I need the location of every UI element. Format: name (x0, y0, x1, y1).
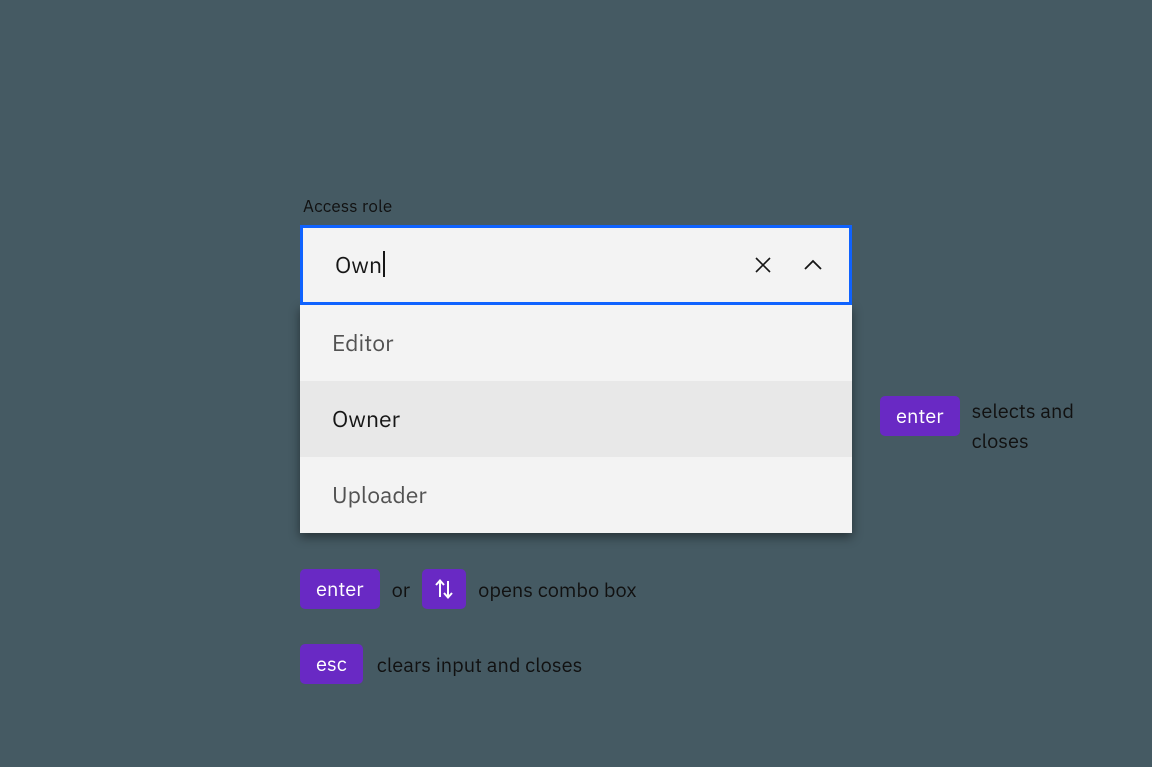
combo-option-owner[interactable]: Owner (300, 381, 852, 457)
annotation-opens-combo: enter or opens combo box (300, 569, 637, 609)
annotation-enter-selects: enter selects and closes (880, 396, 1132, 456)
combo-input-value: Own (335, 250, 382, 280)
annotation-text-right: selects and closes (972, 396, 1132, 456)
annotation-or-text: or (392, 576, 411, 603)
annotation-esc-clears: esc clears input and closes (300, 644, 582, 684)
kbd-enter-bottom: enter (300, 569, 380, 609)
up-down-arrows-icon (433, 577, 455, 601)
kbd-enter-right: enter (880, 396, 960, 436)
combo-icon-group (751, 253, 825, 277)
combo-menu: Editor Owner Uploader (300, 305, 852, 533)
combo-input-text[interactable]: Own (335, 250, 751, 280)
annotation-esc-text: clears input and closes (377, 651, 583, 678)
kbd-esc: esc (300, 644, 363, 684)
annotation-opens-text: opens combo box (478, 576, 636, 603)
combo-input-row[interactable]: Own (300, 225, 852, 305)
combo-option-uploader[interactable]: Uploader (300, 457, 852, 533)
text-cursor (383, 251, 385, 277)
chevron-up-icon[interactable] (801, 253, 825, 277)
kbd-arrow-keys (422, 569, 466, 609)
combo-box: Own Editor Owner Uploader (300, 225, 852, 305)
combo-option-editor[interactable]: Editor (300, 305, 852, 381)
close-icon[interactable] (751, 253, 775, 277)
field-label: Access role (303, 195, 392, 217)
